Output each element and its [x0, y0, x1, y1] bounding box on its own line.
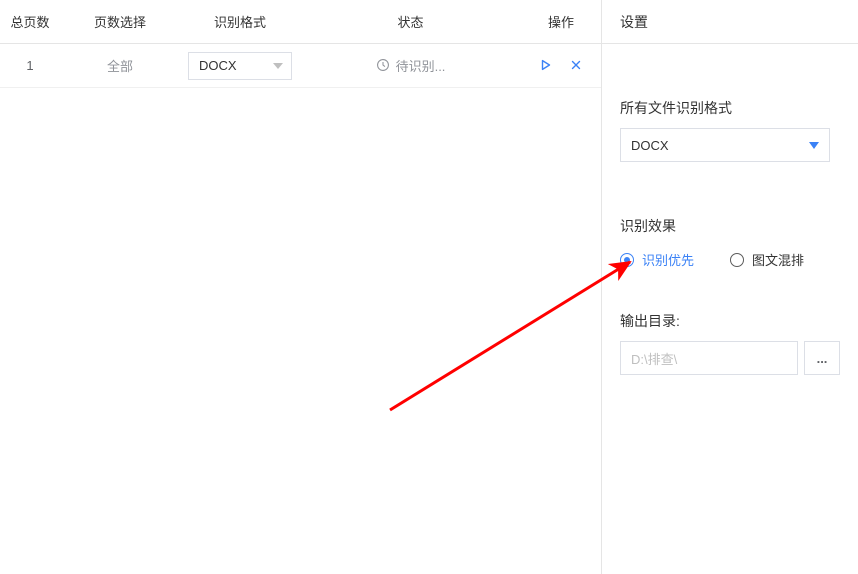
th-status: 状态: [300, 12, 521, 31]
output-label: 输出目录:: [620, 311, 840, 331]
chevron-down-icon: [809, 142, 819, 149]
th-total-pages: 总页数: [0, 12, 60, 31]
output-path-input[interactable]: D:\排查\: [620, 341, 798, 375]
radio-label: 识别优先: [642, 250, 694, 269]
radio-recognition-priority[interactable]: 识别优先: [620, 250, 694, 269]
main-panel: 总页数 页数选择 识别格式 状态 操作 1 全部 DOCX: [0, 0, 602, 574]
close-button[interactable]: [568, 57, 584, 73]
table-header: 总页数 页数选择 识别格式 状态 操作: [0, 0, 601, 44]
row-format-select[interactable]: DOCX: [188, 52, 292, 80]
cell-page-select[interactable]: 全部: [60, 56, 180, 75]
cell-ops: [521, 57, 601, 75]
all-format-select[interactable]: DOCX: [620, 128, 830, 162]
side-panel: 设置 所有文件识别格式 DOCX 识别效果 识别优先 图文混排: [602, 0, 858, 574]
th-page-select: 页数选择: [60, 12, 180, 31]
cell-total-pages: 1: [0, 58, 60, 73]
radio-icon: [620, 253, 634, 267]
radio-icon: [730, 253, 744, 267]
all-format-value: DOCX: [631, 138, 669, 153]
output-path-value: D:\排查\: [631, 349, 677, 368]
cell-status: 待识别...: [300, 56, 521, 76]
th-ops: 操作: [521, 12, 601, 31]
all-format-label: 所有文件识别格式: [620, 98, 840, 118]
chevron-down-icon: [273, 63, 283, 69]
th-format: 识别格式: [180, 12, 300, 31]
play-button[interactable]: [538, 57, 554, 73]
effect-label: 识别效果: [620, 216, 840, 236]
side-title: 设置: [602, 0, 858, 44]
clock-icon: [376, 58, 390, 72]
radio-image-text-mixed[interactable]: 图文混排: [730, 250, 804, 269]
status-text: 待识别...: [396, 56, 446, 75]
table-row: 1 全部 DOCX 待识别...: [0, 44, 601, 88]
cell-format: DOCX: [180, 52, 300, 80]
browse-button[interactable]: ...: [804, 341, 840, 375]
row-format-value: DOCX: [199, 58, 237, 73]
radio-label: 图文混排: [752, 250, 804, 269]
